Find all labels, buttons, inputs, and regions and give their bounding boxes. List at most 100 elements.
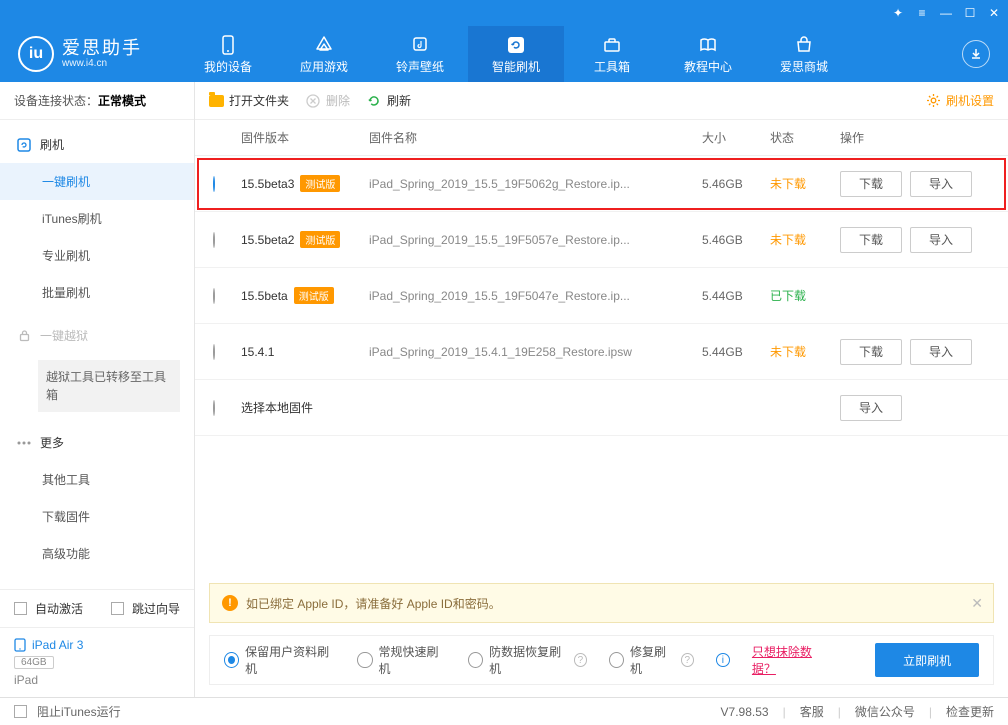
firmware-status: 未下载 — [770, 175, 840, 192]
jailbreak-note: 越狱工具已转移至工具箱 — [38, 360, 180, 412]
option-normal[interactable]: 常规快速刷机 — [357, 643, 446, 677]
info-icon: i — [716, 653, 730, 667]
firmware-row[interactable]: 15.5beta3测试版iPad_Spring_2019_15.5_19F506… — [195, 156, 1008, 212]
radio-icon — [357, 652, 372, 668]
firmware-name: iPad_Spring_2019_15.4.1_19E258_Restore.i… — [369, 345, 702, 359]
firmware-row[interactable]: 15.5beta测试版iPad_Spring_2019_15.5_19F5047… — [195, 268, 1008, 324]
nav-ringtone[interactable]: 铃声壁纸 — [372, 26, 468, 82]
check-update-link[interactable]: 检查更新 — [946, 703, 994, 720]
firmware-size: 5.46GB — [702, 233, 770, 247]
shop-icon — [793, 34, 815, 56]
nav-apps[interactable]: 应用游戏 — [276, 26, 372, 82]
sidebar-section-flash[interactable]: 刷机 — [0, 126, 194, 163]
row-radio[interactable] — [213, 288, 215, 304]
local-firmware-row[interactable]: 选择本地固件导入 — [195, 380, 1008, 436]
firmware-version: 15.4.1 — [241, 345, 369, 359]
sidebar-item-pro[interactable]: 专业刷机 — [0, 237, 194, 274]
warning-icon: ! — [222, 595, 238, 611]
import-button[interactable]: 导入 — [910, 171, 972, 197]
sidebar-section-more[interactable]: 更多 — [0, 424, 194, 461]
device-type: iPad — [14, 673, 180, 687]
option-antirecover[interactable]: 防数据恢复刷机 ? — [468, 643, 587, 677]
row-radio[interactable] — [213, 400, 215, 416]
support-link[interactable]: 客服 — [800, 703, 824, 720]
import-button[interactable]: 导入 — [910, 339, 972, 365]
nav-label: 爱思商城 — [780, 58, 828, 75]
download-button[interactable]: 下载 — [840, 171, 902, 197]
apple-id-warning: ! 如已绑定 Apple ID，请准备好 Apple ID和密码。 ✕ — [209, 583, 994, 623]
nav-toolbox[interactable]: 工具箱 — [564, 26, 660, 82]
firmware-size: 5.44GB — [702, 345, 770, 359]
nav-mall[interactable]: 爱思商城 — [756, 26, 852, 82]
sidebar-item-batch[interactable]: 批量刷机 — [0, 274, 194, 311]
device-name[interactable]: iPad Air 3 — [14, 638, 180, 652]
help-icon[interactable]: ? — [681, 653, 694, 667]
firmware-row[interactable]: 15.5beta2测试版iPad_Spring_2019_15.5_19F505… — [195, 212, 1008, 268]
maximize-icon[interactable]: ☐ — [962, 5, 978, 21]
nav-flash[interactable]: 智能刷机 — [468, 26, 564, 82]
top-nav: 我的设备 应用游戏 铃声壁纸 智能刷机 工具箱 教程中心 爱思商城 — [180, 26, 852, 82]
sidebar-item-oneclick[interactable]: 一键刷机 — [0, 163, 194, 200]
erase-data-link[interactable]: 只想抹除数据？ — [752, 643, 831, 677]
refresh-icon — [366, 93, 382, 109]
nav-device[interactable]: 我的设备 — [180, 26, 276, 82]
radio-icon — [468, 652, 483, 668]
help-icon[interactable]: ? — [574, 653, 587, 667]
radio-icon — [609, 652, 624, 668]
th-version: 固件版本 — [241, 129, 369, 146]
download-button[interactable]: 下载 — [840, 227, 902, 253]
option-keep-data[interactable]: 保留用户资料刷机 — [224, 643, 335, 677]
minimize-icon[interactable]: — — [938, 5, 954, 21]
sidebar-item-tools[interactable]: 其他工具 — [0, 461, 194, 498]
titlebar-menu-icon[interactable]: ≡ — [914, 5, 930, 21]
titlebar-gift-icon[interactable]: ✦ — [890, 5, 906, 21]
sidebar-item-download[interactable]: 下载固件 — [0, 498, 194, 535]
auto-activate-checkbox[interactable] — [14, 602, 27, 615]
app-header: iu 爱思助手 www.i4.cn 我的设备 应用游戏 铃声壁纸 智能刷机 工具… — [0, 26, 1008, 82]
firmware-name: iPad_Spring_2019_15.5_19F5062g_Restore.i… — [369, 177, 702, 191]
sidebar-item-itunes[interactable]: iTunes刷机 — [0, 200, 194, 237]
nav-label: 工具箱 — [594, 58, 630, 75]
sidebar-item-advanced[interactable]: 高级功能 — [0, 535, 194, 572]
gear-icon — [926, 93, 941, 108]
firmware-size: 5.44GB — [702, 289, 770, 303]
auto-activate-row: 自动激活 跳过向导 — [0, 590, 194, 627]
flash-settings-button[interactable]: 刷机设置 — [926, 92, 994, 109]
toolbar: 打开文件夹 删除 刷新 刷机设置 — [195, 82, 1008, 120]
app-logo: iu 爱思助手 www.i4.cn — [0, 36, 160, 72]
th-status: 状态 — [770, 129, 840, 146]
warning-close-icon[interactable]: ✕ — [971, 595, 983, 612]
block-itunes-checkbox[interactable] — [14, 705, 27, 718]
firmware-row[interactable]: 15.4.1iPad_Spring_2019_15.4.1_19E258_Res… — [195, 324, 1008, 380]
download-button[interactable]: 下载 — [840, 339, 902, 365]
option-repair[interactable]: 修复刷机 ? — [609, 643, 694, 677]
row-radio[interactable] — [213, 344, 215, 360]
open-folder-button[interactable]: 打开文件夹 — [209, 92, 289, 109]
delete-icon — [305, 93, 321, 109]
row-radio[interactable] — [213, 232, 215, 248]
wechat-link[interactable]: 微信公众号 — [855, 703, 915, 720]
app-title: 爱思助手 — [62, 39, 142, 59]
sidebar: 设备连接状态： 正常模式 刷机 一键刷机 iTunes刷机 专业刷机 批量刷机 … — [0, 82, 195, 697]
table-header: 固件版本 固件名称 大小 状态 操作 — [195, 120, 1008, 156]
phone-icon — [217, 34, 239, 56]
import-button[interactable]: 导入 — [910, 227, 972, 253]
refresh-button[interactable]: 刷新 — [366, 92, 411, 109]
statusbar: 阻止iTunes运行 V7.98.53 | 客服 | 微信公众号 | 检查更新 — [0, 697, 1008, 725]
start-flash-button[interactable]: 立即刷机 — [875, 643, 979, 677]
th-ops: 操作 — [840, 129, 990, 146]
beta-badge: 测试版 — [300, 175, 340, 192]
download-indicator-icon[interactable] — [962, 40, 990, 68]
row-radio[interactable] — [213, 176, 215, 192]
erase-info: i — [716, 653, 730, 667]
version-label: V7.98.53 — [721, 705, 769, 719]
th-name: 固件名称 — [369, 129, 702, 146]
device-info: iPad Air 3 64GB iPad — [0, 627, 194, 697]
apps-icon — [313, 34, 335, 56]
import-button[interactable]: 导入 — [840, 395, 902, 421]
close-icon[interactable]: ✕ — [986, 5, 1002, 21]
skip-guide-checkbox[interactable] — [111, 602, 124, 615]
nav-tutorial[interactable]: 教程中心 — [660, 26, 756, 82]
delete-button: 删除 — [305, 92, 350, 109]
beta-badge: 测试版 — [300, 231, 340, 248]
